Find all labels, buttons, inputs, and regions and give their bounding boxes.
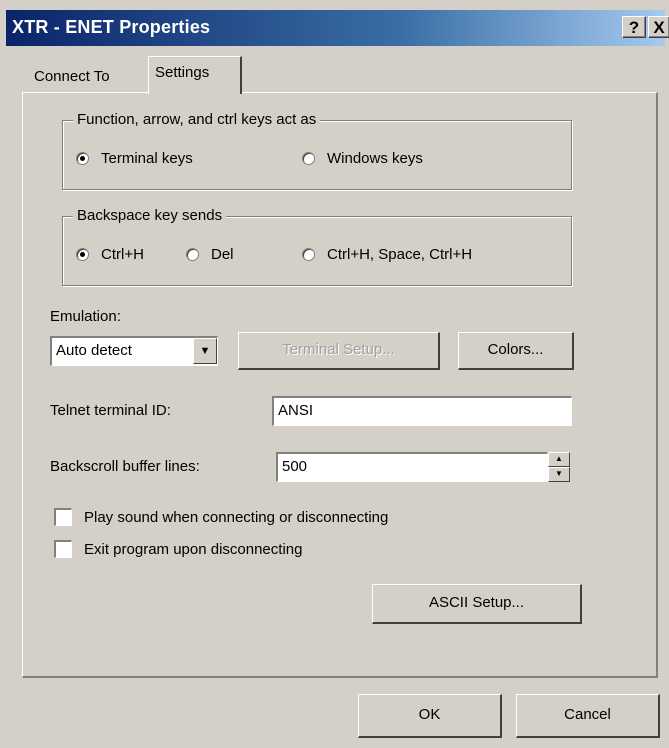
colors-button[interactable]: Colors... xyxy=(458,332,574,370)
backscroll-label: Backscroll buffer lines: xyxy=(50,458,200,475)
emulation-value: Auto detect xyxy=(56,342,132,359)
window-title: XTR - ENET Properties xyxy=(12,17,211,37)
spin-up-icon[interactable]: ▲ xyxy=(548,452,570,467)
radio-windows-keys[interactable]: Windows keys xyxy=(302,150,423,167)
cancel-button[interactable]: Cancel xyxy=(516,694,660,738)
checkbox-play-sound[interactable]: Play sound when connecting or disconnect… xyxy=(54,508,388,526)
backspace-legend: Backspace key sends xyxy=(73,207,227,224)
radio-ctrl-h-label: Ctrl+H xyxy=(101,246,144,263)
tab-settings[interactable]: Settings xyxy=(148,56,242,94)
radio-del[interactable]: Del xyxy=(186,246,234,263)
radio-ctrl-h-space[interactable]: Ctrl+H, Space, Ctrl+H xyxy=(302,246,472,263)
radio-terminal-keys[interactable]: Terminal keys xyxy=(76,150,193,167)
ok-button[interactable]: OK xyxy=(358,694,502,738)
backscroll-spinner[interactable]: ▲ ▼ xyxy=(548,452,570,482)
radio-ctrl-h[interactable]: Ctrl+H xyxy=(76,246,144,263)
emulation-select[interactable]: Auto detect ▼ xyxy=(50,336,218,366)
radio-terminal-keys-label: Terminal keys xyxy=(101,150,193,167)
chevron-down-icon[interactable]: ▼ xyxy=(193,338,217,364)
radio-unchecked-icon xyxy=(302,152,315,165)
exit-program-label: Exit program upon disconnecting xyxy=(84,540,303,558)
tab-connect-to[interactable]: Connect To xyxy=(28,62,144,92)
emulation-label: Emulation: xyxy=(50,308,121,325)
radio-windows-keys-label: Windows keys xyxy=(327,150,423,167)
radio-unchecked-icon xyxy=(186,248,199,261)
telnet-id-input[interactable]: ANSI xyxy=(272,396,572,426)
play-sound-label: Play sound when connecting or disconnect… xyxy=(84,508,389,526)
checkbox-box[interactable] xyxy=(54,508,72,526)
properties-dialog: XTR - ENET Properties ? X Connect To Set… xyxy=(0,0,669,748)
spin-down-icon[interactable]: ▼ xyxy=(548,467,570,482)
function-keys-legend: Function, arrow, and ctrl keys act as xyxy=(73,111,321,128)
radio-checked-icon xyxy=(76,248,89,261)
help-button[interactable]: ? xyxy=(622,16,646,38)
title-bar[interactable]: XTR - ENET Properties ? X xyxy=(6,10,669,46)
close-button[interactable]: X xyxy=(648,16,669,38)
telnet-label: Telnet terminal ID: xyxy=(50,402,171,419)
terminal-setup-button[interactable]: Terminal Setup... xyxy=(238,332,440,370)
checkbox-exit-program[interactable]: Exit program upon disconnecting xyxy=(54,540,302,558)
radio-ctrl-h-space-label: Ctrl+H, Space, Ctrl+H xyxy=(327,246,473,263)
backscroll-input[interactable]: 500 xyxy=(276,452,548,482)
ascii-setup-button[interactable]: ASCII Setup... xyxy=(372,584,582,624)
radio-del-label: Del xyxy=(211,246,234,263)
checkbox-box[interactable] xyxy=(54,540,72,558)
radio-checked-icon xyxy=(76,152,89,165)
radio-unchecked-icon xyxy=(302,248,315,261)
